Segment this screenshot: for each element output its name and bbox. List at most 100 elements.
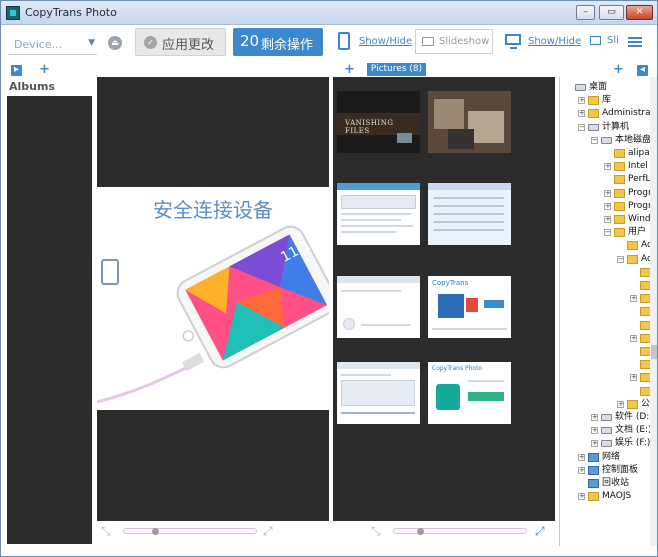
tree-item-label: MAOJS [602,491,632,502]
tree-item-label: 娱乐 (F:) [615,438,651,449]
pictures-tab[interactable]: Pictures (8) [367,63,426,76]
operations-count: 20 [240,32,260,50]
tree-item-label: Intel [628,161,648,172]
apply-changes-label: 应用更改 [162,38,215,53]
window-title: CopyTrans Photo [25,6,117,19]
folder-icon [614,162,625,172]
expand-icon[interactable]: + [591,440,598,448]
add-photo-icon[interactable]: + [344,63,355,76]
close-button[interactable]: ✕ [626,5,653,20]
phone-icon[interactable] [338,32,350,50]
eject-icon[interactable]: ⏏ [108,36,122,50]
collapse-icon[interactable]: ⤡ [371,524,381,539]
monitor-icon[interactable] [505,34,521,49]
pending-operations-button[interactable]: 20 剩余操作 [233,28,323,56]
photo-thumbnail[interactable] [337,276,420,338]
iphone-illustration: 11:1 [97,225,329,404]
folder-icon [614,201,625,211]
expand-icon[interactable]: + [630,295,637,303]
collapse-icon[interactable]: − [578,123,585,131]
photos-zoom-slider[interactable] [393,528,527,534]
maximize-button[interactable]: ▭ [599,5,624,20]
expand-icon[interactable]: + [630,374,637,382]
preview-zoom-thumb[interactable] [152,528,159,535]
minimize-button[interactable]: – [576,5,595,20]
tree-scrollbar[interactable] [650,77,657,546]
drive-icon [601,440,612,448]
device-placeholder: Device... [14,38,63,51]
expand-icon[interactable]: + [578,493,585,501]
drive-icon [601,136,612,144]
chevron-down-icon: ▼ [88,38,95,48]
expand-icon[interactable]: ⤢ [263,524,273,539]
expand-icon[interactable]: + [578,97,585,105]
photo-thumbnail[interactable] [428,91,511,153]
folder-icon [588,492,599,502]
preview-zoom-bar: ⤡ ⤢ [97,523,329,539]
collapse-icon[interactable]: ⤡ [101,524,111,539]
folder-icon [588,96,599,106]
tree-item-label: 软件 (D:) [615,412,653,422]
recycle-bin-icon [588,479,599,488]
album-play-icon[interactable]: ▸ [11,65,22,76]
thumbnail-title: CopyTrans Photo [432,365,483,372]
photo-thumbnail[interactable] [337,362,420,424]
photo-thumbnail[interactable]: CopyTrans [428,276,511,338]
computer-icon [588,123,599,131]
slideshow-pc-label[interactable]: Sli [607,35,619,46]
connect-device-illustration: 安全连接设备 11:1 [97,187,329,410]
expand-icon[interactable]: + [604,163,611,171]
menu-icon[interactable] [628,37,642,47]
photo-thumbnail[interactable]: VANISHING FILES [337,91,420,153]
thumbnail-title: CopyTrans [432,279,469,287]
expand-icon[interactable]: + [604,189,611,197]
expand-icon[interactable]: + [604,202,611,210]
folder-icon [614,228,625,238]
show-hide-pc-link[interactable]: Show/Hide [528,36,581,47]
operations-label: 剩余操作 [261,38,314,53]
albums-heading: Albums [9,80,55,93]
show-hide-device-link[interactable]: Show/Hide [359,36,412,47]
expand-icon[interactable]: + [578,110,585,118]
photos-zoom-bar: ⤡ ⤢ [333,523,555,539]
photos-zoom-thumb[interactable] [417,528,424,535]
add-folder-icon[interactable]: + [613,63,624,76]
tree-item-label: 库 [602,95,612,106]
folder-icon [614,175,625,185]
monitor-icon [575,84,586,91]
tree-scrollbar-thumb[interactable] [651,345,657,359]
add-album-icon[interactable]: + [39,63,50,76]
drive-icon [601,414,612,421]
tree-item-label: 回收站 [602,478,630,488]
collapse-icon[interactable]: − [591,136,598,144]
folder-icon [614,188,625,198]
tree-item-label: 用户 [628,227,647,238]
albums-list[interactable] [7,96,92,544]
collapse-icon[interactable]: − [604,229,611,237]
collapse-icon[interactable]: − [617,255,624,263]
slideshow-label: Slideshow [439,36,490,47]
expand-icon[interactable]: + [578,453,585,461]
slideshow-pc-icon[interactable] [590,36,601,45]
folder-icon [614,215,625,224]
slideshow-button[interactable]: Slideshow [415,29,493,54]
photo-thumbnail[interactable] [337,183,420,245]
expand-icon[interactable]: + [591,427,598,435]
photos-grid: VANISHING FILES CopyTrans CopyTrans Phot… [333,77,555,521]
expand-icon[interactable]: + [591,414,598,421]
expand-icon[interactable]: + [578,466,585,474]
control-panel-icon [588,465,599,475]
expand-icon[interactable]: + [630,334,637,342]
photo-thumbnail[interactable] [428,183,511,245]
device-dropdown[interactable]: Device... ▼ [9,35,97,55]
apply-changes-button[interactable]: ✓ 应用更改 [135,28,226,56]
collapse-panel-icon[interactable]: ◂ [637,65,648,76]
tree-item-label: 网络 [602,451,621,462]
photo-thumbnail[interactable]: CopyTrans Photo [428,362,511,424]
fullscreen-icon[interactable]: ⤢ [535,524,545,539]
expand-icon[interactable]: + [604,216,611,223]
preview-zoom-slider[interactable] [123,528,257,534]
expand-icon[interactable]: + [617,400,624,408]
tree-item-label: 计算机 [602,121,630,132]
check-icon: ✓ [144,36,157,49]
